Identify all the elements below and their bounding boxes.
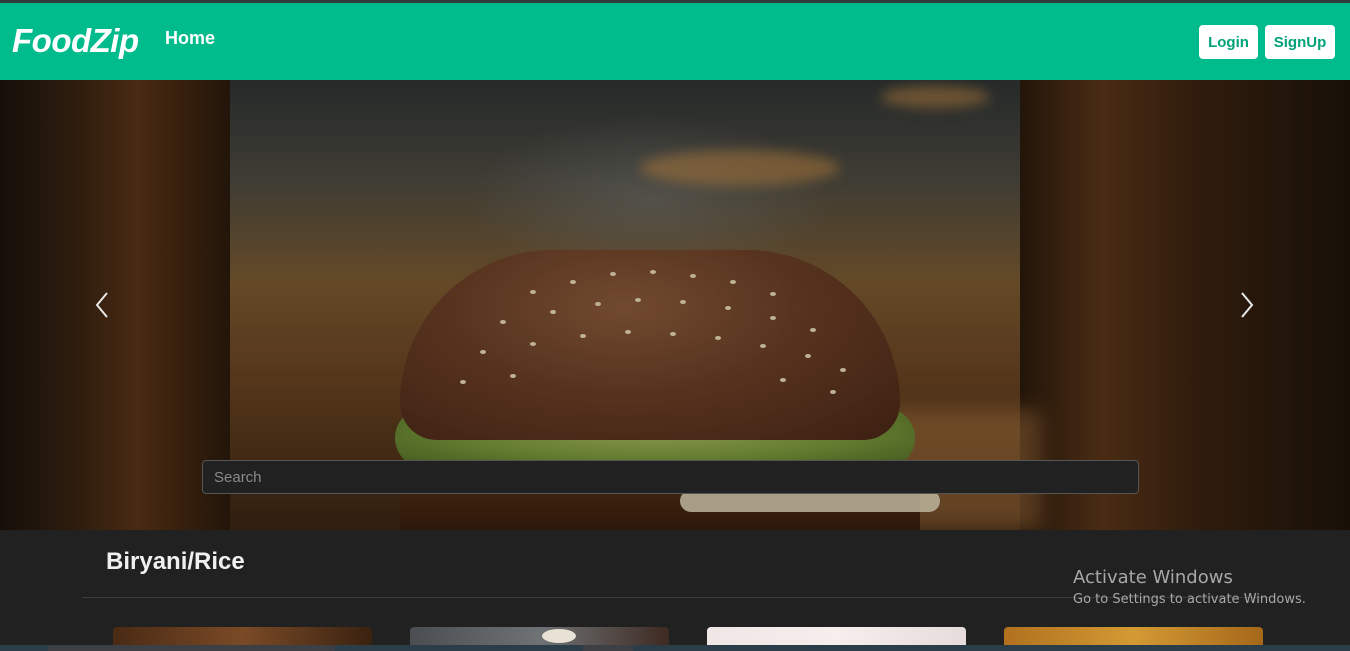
brand-logo[interactable]: FoodZip	[12, 22, 139, 60]
chevron-left-icon	[95, 292, 108, 318]
chevron-right-icon	[1241, 292, 1254, 318]
category-title: Biryani/Rice	[106, 548, 245, 575]
search-input[interactable]	[202, 460, 1139, 494]
taskbar-item[interactable]	[48, 645, 335, 651]
carousel-next-button[interactable]	[1227, 290, 1267, 320]
nav-home-link[interactable]: Home	[165, 28, 215, 49]
navbar: FoodZip Home Login SignUp	[0, 3, 1350, 80]
activate-windows-subtitle: Go to Settings to activate Windows.	[1073, 592, 1306, 607]
taskbar-item[interactable]	[583, 645, 633, 651]
hero-carousel	[0, 80, 1350, 530]
taskbar	[0, 645, 1350, 651]
login-button[interactable]: Login	[1199, 25, 1258, 59]
food-image	[542, 629, 576, 643]
signup-button[interactable]: SignUp	[1265, 25, 1335, 59]
activate-windows-title: Activate Windows	[1073, 567, 1233, 588]
carousel-prev-button[interactable]	[82, 290, 122, 320]
